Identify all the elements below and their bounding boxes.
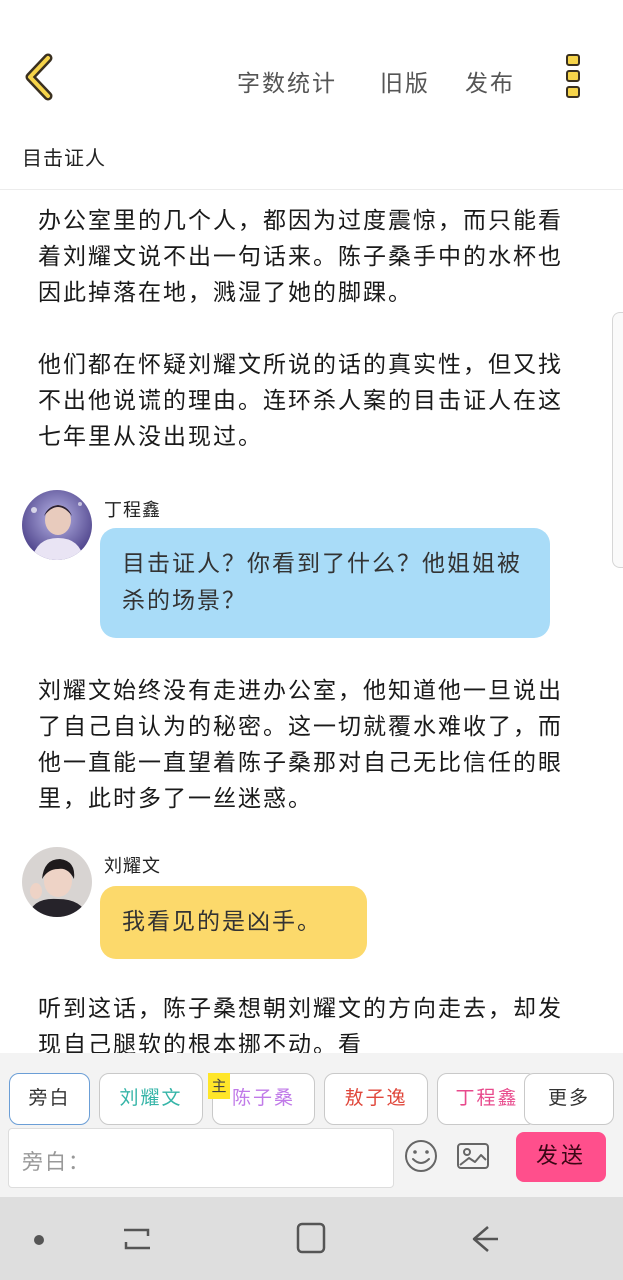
word-count-button[interactable]: 字数统计 [237, 64, 337, 98]
role-label: 刘耀文 [119, 1087, 183, 1109]
avatar[interactable] [22, 847, 92, 917]
story-title[interactable]: 目击证人 [22, 142, 106, 171]
role-button-ao-ziyi[interactable]: 敖子逸 [324, 1073, 428, 1125]
emoji-button[interactable] [403, 1138, 439, 1174]
chat-bubble[interactable]: 目击证人？你看到了什么？他姐姐被杀的场景？ [100, 528, 550, 638]
publish-button[interactable]: 发布 [465, 64, 515, 98]
nav-dot-icon [34, 1235, 44, 1245]
back-button[interactable] [22, 52, 62, 102]
narration-block: 办公室里的几个人，都因为过度震惊，而只能看着刘耀文说不出一句话来。陈子桑手中的水… [38, 208, 563, 306]
nav-dot-button[interactable] [32, 1232, 46, 1251]
old-version-button[interactable]: 旧版 [380, 64, 430, 98]
chat-bubble[interactable]: 我看见的是凶手。 [100, 886, 367, 959]
main-role-badge: 主 [208, 1073, 230, 1099]
role-button-narrator[interactable]: 旁白 [9, 1073, 90, 1125]
image-icon [457, 1143, 489, 1169]
role-button-ding-chengxin[interactable]: 丁程鑫 [437, 1073, 537, 1125]
avatar[interactable] [22, 490, 92, 560]
story-content[interactable]: 办公室里的几个人，都因为过度震惊，而只能看着刘耀文说不出一句话来。陈子桑手中的水… [0, 191, 623, 1053]
character-name: 刘耀文 [104, 856, 161, 877]
role-label: 敖子逸 [344, 1087, 408, 1109]
avatar-photo-icon [22, 490, 92, 560]
more-label: 更多 [547, 1087, 590, 1109]
recent-apps-icon [124, 1228, 150, 1250]
send-button[interactable]: 发送 [516, 1132, 606, 1182]
role-label: 陈子桑 [231, 1087, 295, 1109]
system-back-button[interactable] [468, 1222, 502, 1260]
narration-block: 刘耀文始终没有走进办公室，他知道他一旦说出了自己自认为的秘密。这一切就覆水难收了… [38, 678, 563, 812]
role-label: 丁程鑫 [455, 1087, 519, 1109]
scroll-handle[interactable] [612, 312, 623, 568]
back-arrow-icon [472, 1226, 498, 1252]
recent-apps-button[interactable] [120, 1222, 154, 1260]
avatar-photo-icon [22, 847, 92, 917]
home-icon [296, 1222, 326, 1254]
home-button[interactable] [294, 1220, 328, 1260]
top-app-bar: 字数统计 旧版 发布 [0, 0, 623, 130]
image-button[interactable] [455, 1138, 491, 1174]
narration-block: 他们都在怀疑刘耀文所说的话的真实性，但又找不出他说谎的理由。连环杀人案的目击证人… [38, 352, 563, 450]
narration-block: 听到这话，陈子桑想朝刘耀文的方向走去，却发现自己腿软的根本挪不动。看 [38, 996, 563, 1053]
back-chevron-icon [25, 53, 53, 101]
kebab-menu-icon[interactable] [563, 54, 583, 104]
emoji-icon [405, 1140, 437, 1172]
role-button-liu-yaowen[interactable]: 刘耀文 [99, 1073, 203, 1125]
input-role-label: 旁白： [22, 1150, 91, 1174]
more-roles-button[interactable]: 更多 [524, 1073, 614, 1125]
role-label: 旁白 [28, 1087, 71, 1109]
character-name: 丁程鑫 [104, 500, 161, 521]
